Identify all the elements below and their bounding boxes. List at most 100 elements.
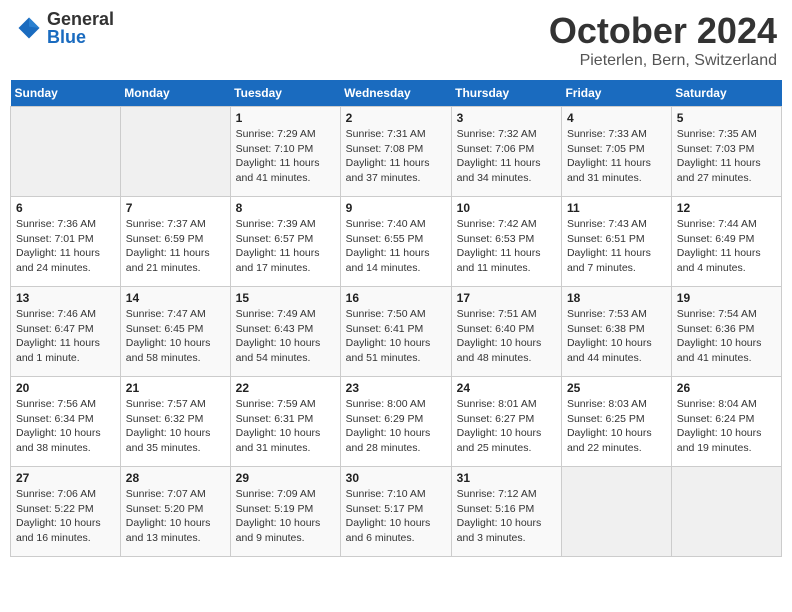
calendar-cell: 26 Sunrise: 8:04 AMSunset: 6:24 PMDayligh… bbox=[671, 377, 781, 467]
day-number: 13 bbox=[16, 291, 115, 305]
calendar-week-row: 6 Sunrise: 7:36 AMSunset: 7:01 PMDaylight… bbox=[11, 197, 782, 287]
day-number: 23 bbox=[346, 381, 446, 395]
logo-blue-text: Blue bbox=[47, 28, 114, 46]
day-number: 21 bbox=[126, 381, 225, 395]
day-info: Sunrise: 7:53 AMSunset: 6:38 PMDaylight:… bbox=[567, 307, 666, 366]
day-number: 31 bbox=[457, 471, 556, 485]
day-info: Sunrise: 7:56 AMSunset: 6:34 PMDaylight:… bbox=[16, 397, 115, 456]
column-header-tuesday: Tuesday bbox=[230, 80, 340, 107]
day-number: 27 bbox=[16, 471, 115, 485]
day-info: Sunrise: 7:36 AMSunset: 7:01 PMDaylight:… bbox=[16, 217, 115, 276]
day-info: Sunrise: 7:10 AMSunset: 5:17 PMDaylight:… bbox=[346, 487, 446, 546]
calendar-week-row: 13Sunrise: 7:46 AMSunset: 6:47 PMDayligh… bbox=[11, 287, 782, 377]
day-number: 15 bbox=[236, 291, 335, 305]
calendar-cell: 5 Sunrise: 7:35 AMSunset: 7:03 PMDaylight… bbox=[671, 107, 781, 197]
day-number: 12 bbox=[677, 201, 776, 215]
calendar-cell: 27Sunrise: 7:06 AMSunset: 5:22 PMDayligh… bbox=[11, 467, 121, 557]
day-info: Sunrise: 8:00 AMSunset: 6:29 PMDaylight:… bbox=[346, 397, 446, 456]
logo-text: General Blue bbox=[47, 10, 114, 46]
day-number: 10 bbox=[457, 201, 556, 215]
calendar-cell: 7 Sunrise: 7:37 AMSunset: 6:59 PMDaylight… bbox=[120, 197, 230, 287]
day-info: Sunrise: 7:49 AMSunset: 6:43 PMDaylight:… bbox=[236, 307, 335, 366]
day-number: 19 bbox=[677, 291, 776, 305]
day-number: 3 bbox=[457, 111, 556, 125]
column-header-thursday: Thursday bbox=[451, 80, 561, 107]
day-info: Sunrise: 7:33 AMSunset: 7:05 PMDaylight:… bbox=[567, 127, 666, 186]
calendar-cell: 23 Sunrise: 8:00 AMSunset: 6:29 PMDayligh… bbox=[340, 377, 451, 467]
day-number: 6 bbox=[16, 201, 115, 215]
column-header-monday: Monday bbox=[120, 80, 230, 107]
day-info: Sunrise: 7:07 AMSunset: 5:20 PMDaylight:… bbox=[126, 487, 225, 546]
column-header-friday: Friday bbox=[561, 80, 671, 107]
calendar-cell: 28 Sunrise: 7:07 AMSunset: 5:20 PMDayligh… bbox=[120, 467, 230, 557]
logo-general: General bbox=[47, 10, 114, 28]
day-info: Sunrise: 7:54 AMSunset: 6:36 PMDaylight:… bbox=[677, 307, 776, 366]
calendar-cell: 1 Sunrise: 7:29 AMSunset: 7:10 PMDaylight… bbox=[230, 107, 340, 197]
title-block: October 2024 Pieterlen, Bern, Switzerlan… bbox=[549, 10, 777, 70]
day-info: Sunrise: 7:57 AMSunset: 6:32 PMDaylight:… bbox=[126, 397, 225, 456]
calendar-cell: 9Sunrise: 7:40 AMSunset: 6:55 PMDaylight… bbox=[340, 197, 451, 287]
day-number: 26 bbox=[677, 381, 776, 395]
day-number: 7 bbox=[126, 201, 225, 215]
day-info: Sunrise: 7:31 AMSunset: 7:08 PMDaylight:… bbox=[346, 127, 446, 186]
calendar-week-row: 27Sunrise: 7:06 AMSunset: 5:22 PMDayligh… bbox=[11, 467, 782, 557]
calendar-cell: 31Sunrise: 7:12 AMSunset: 5:16 PMDayligh… bbox=[451, 467, 561, 557]
day-number: 20 bbox=[16, 381, 115, 395]
calendar-cell: 4 Sunrise: 7:33 AMSunset: 7:05 PMDaylight… bbox=[561, 107, 671, 197]
day-number: 24 bbox=[457, 381, 556, 395]
day-info: Sunrise: 8:01 AMSunset: 6:27 PMDaylight:… bbox=[457, 397, 556, 456]
calendar-cell: 12 Sunrise: 7:44 AMSunset: 6:49 PMDayligh… bbox=[671, 197, 781, 287]
day-number: 29 bbox=[236, 471, 335, 485]
calendar-cell: 11Sunrise: 7:43 AMSunset: 6:51 PMDayligh… bbox=[561, 197, 671, 287]
day-info: Sunrise: 8:03 AMSunset: 6:25 PMDaylight:… bbox=[567, 397, 666, 456]
calendar-header-row: SundayMondayTuesdayWednesdayThursdayFrid… bbox=[11, 80, 782, 107]
day-info: Sunrise: 7:50 AMSunset: 6:41 PMDaylight:… bbox=[346, 307, 446, 366]
day-number: 4 bbox=[567, 111, 666, 125]
calendar-cell: 25 Sunrise: 8:03 AMSunset: 6:25 PMDayligh… bbox=[561, 377, 671, 467]
day-number: 18 bbox=[567, 291, 666, 305]
day-number: 2 bbox=[346, 111, 446, 125]
day-number: 28 bbox=[126, 471, 225, 485]
day-number: 14 bbox=[126, 291, 225, 305]
day-number: 5 bbox=[677, 111, 776, 125]
column-header-sunday: Sunday bbox=[11, 80, 121, 107]
day-number: 11 bbox=[567, 201, 666, 215]
day-info: Sunrise: 7:47 AMSunset: 6:45 PMDaylight:… bbox=[126, 307, 225, 366]
calendar-cell: 22 Sunrise: 7:59 AMSunset: 6:31 PMDayligh… bbox=[230, 377, 340, 467]
day-info: Sunrise: 7:32 AMSunset: 7:06 PMDaylight:… bbox=[457, 127, 556, 186]
day-info: Sunrise: 7:44 AMSunset: 6:49 PMDaylight:… bbox=[677, 217, 776, 276]
day-number: 22 bbox=[236, 381, 335, 395]
calendar-cell: 8Sunrise: 7:39 AMSunset: 6:57 PMDaylight… bbox=[230, 197, 340, 287]
calendar-cell: 10Sunrise: 7:42 AMSunset: 6:53 PMDayligh… bbox=[451, 197, 561, 287]
calendar-week-row: 1 Sunrise: 7:29 AMSunset: 7:10 PMDaylight… bbox=[11, 107, 782, 197]
calendar-cell: 18 Sunrise: 7:53 AMSunset: 6:38 PMDayligh… bbox=[561, 287, 671, 377]
day-number: 25 bbox=[567, 381, 666, 395]
calendar-cell: 17 Sunrise: 7:51 AMSunset: 6:40 PMDayligh… bbox=[451, 287, 561, 377]
calendar-cell: 16 Sunrise: 7:50 AMSunset: 6:41 PMDayligh… bbox=[340, 287, 451, 377]
calendar-cell bbox=[561, 467, 671, 557]
day-number: 1 bbox=[236, 111, 335, 125]
day-info: Sunrise: 7:59 AMSunset: 6:31 PMDaylight:… bbox=[236, 397, 335, 456]
column-header-wednesday: Wednesday bbox=[340, 80, 451, 107]
calendar-cell: 24 Sunrise: 8:01 AMSunset: 6:27 PMDayligh… bbox=[451, 377, 561, 467]
day-number: 8 bbox=[236, 201, 335, 215]
column-header-saturday: Saturday bbox=[671, 80, 781, 107]
day-info: Sunrise: 7:35 AMSunset: 7:03 PMDaylight:… bbox=[677, 127, 776, 186]
calendar-cell bbox=[671, 467, 781, 557]
day-info: Sunrise: 8:04 AMSunset: 6:24 PMDaylight:… bbox=[677, 397, 776, 456]
calendar-week-row: 20 Sunrise: 7:56 AMSunset: 6:34 PMDayligh… bbox=[11, 377, 782, 467]
calendar-cell: 13Sunrise: 7:46 AMSunset: 6:47 PMDayligh… bbox=[11, 287, 121, 377]
day-number: 16 bbox=[346, 291, 446, 305]
logo-icon bbox=[15, 14, 43, 42]
day-number: 17 bbox=[457, 291, 556, 305]
calendar-cell: 2 Sunrise: 7:31 AMSunset: 7:08 PMDaylight… bbox=[340, 107, 451, 197]
day-info: Sunrise: 7:51 AMSunset: 6:40 PMDaylight:… bbox=[457, 307, 556, 366]
calendar-cell: 19 Sunrise: 7:54 AMSunset: 6:36 PMDayligh… bbox=[671, 287, 781, 377]
day-info: Sunrise: 7:37 AMSunset: 6:59 PMDaylight:… bbox=[126, 217, 225, 276]
day-info: Sunrise: 7:29 AMSunset: 7:10 PMDaylight:… bbox=[236, 127, 335, 186]
day-number: 30 bbox=[346, 471, 446, 485]
calendar-cell: 14 Sunrise: 7:47 AMSunset: 6:45 PMDayligh… bbox=[120, 287, 230, 377]
day-info: Sunrise: 7:09 AMSunset: 5:19 PMDaylight:… bbox=[236, 487, 335, 546]
day-number: 9 bbox=[346, 201, 446, 215]
calendar-table: SundayMondayTuesdayWednesdayThursdayFrid… bbox=[10, 80, 782, 557]
